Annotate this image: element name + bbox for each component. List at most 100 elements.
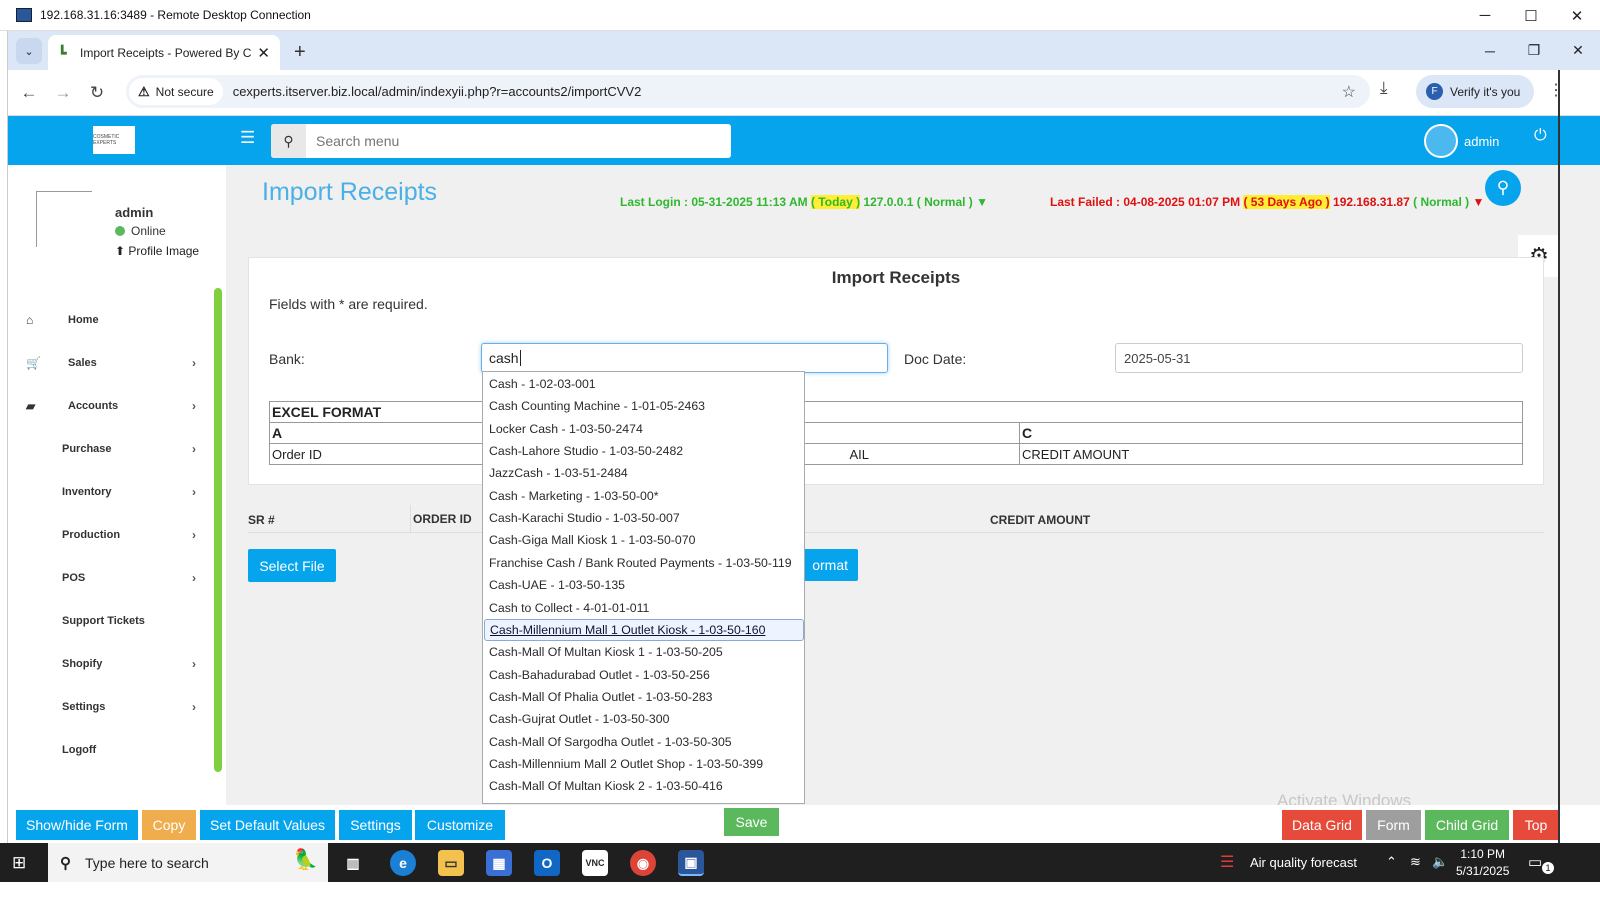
sidebar-item-shopify[interactable]: Shopify ›: [8, 651, 208, 677]
rdp-minimize-button[interactable]: ─: [1462, 0, 1508, 31]
show-hide-form-button[interactable]: Show/hide Form: [16, 810, 138, 840]
copy-button[interactable]: Copy: [142, 810, 196, 840]
data-grid-button[interactable]: Data Grid: [1282, 810, 1362, 840]
dropdown-option[interactable]: Cash - Marketing - 1-03-50-00*: [484, 485, 804, 507]
settings-button[interactable]: Settings: [339, 810, 412, 840]
browser-minimize-button[interactable]: ─: [1468, 31, 1512, 70]
chevron-right-icon: ›: [192, 657, 196, 671]
dropdown-option[interactable]: JazzCash - 1-03-51-2484: [484, 462, 804, 484]
remote-desktop-icon[interactable]: ▣: [678, 850, 704, 876]
child-grid-button[interactable]: Child Grid: [1425, 810, 1509, 840]
dropdown-option[interactable]: Cash-Giga Mall Kiosk 1 - 1-03-50-070: [484, 529, 804, 551]
import-form-card: Import Receipts Fields with * are requir…: [248, 257, 1544, 485]
browser-menu-icon[interactable]: ⋮: [1548, 80, 1564, 100]
taskbar-clock[interactable]: 1:10 PM 5/31/2025: [1456, 846, 1509, 880]
sidebar-item-home[interactable]: ⌂ Home: [8, 307, 208, 333]
dropdown-option[interactable]: Cash-Gujrat Outlet - 1-03-50-300: [484, 708, 804, 730]
dropdown-option[interactable]: Cash-Mall Of Multan Kiosk 1 - 1-03-50-20…: [484, 641, 804, 663]
search-icon[interactable]: ⚲: [271, 124, 306, 158]
sidebar-item-pos[interactable]: POS ›: [8, 565, 208, 591]
tab-search-chevron-icon[interactable]: ⌄: [16, 38, 42, 64]
outlook-icon[interactable]: O: [534, 850, 560, 876]
edge-icon[interactable]: e: [390, 850, 416, 876]
dropdown-option[interactable]: Franchise Cash / Bank Routed Payments - …: [484, 552, 804, 574]
dropdown-option[interactable]: Cash-Mall Of Multan Kiosk 2 - 1-03-50-41…: [484, 775, 804, 797]
doc-date-input[interactable]: 2025-05-31: [1115, 343, 1523, 373]
sidebar-item-settings[interactable]: Settings ›: [8, 694, 208, 720]
download-icon[interactable]: ⤓: [1380, 78, 1388, 98]
taskbar-search[interactable]: ⚲ Type here to search 🦜: [48, 843, 328, 882]
volume-icon[interactable]: 🔈: [1432, 854, 1448, 870]
back-arrow-icon[interactable]: ←: [12, 76, 46, 110]
app-header: COSMETIC EXPERTS ☰ ⚲ admin ⏻: [8, 116, 1600, 165]
save-button[interactable]: Save: [724, 808, 779, 836]
forward-arrow-icon[interactable]: →: [46, 76, 80, 110]
notification-icon[interactable]: ▭: [1528, 853, 1542, 871]
chrome-icon[interactable]: ◉: [630, 850, 656, 876]
dropdown-option[interactable]: Cash-Karachi Studio - 1-03-50-007: [484, 507, 804, 529]
doc-date-label: Doc Date:: [904, 351, 967, 367]
reload-icon[interactable]: ↻: [80, 76, 114, 110]
dropdown-option[interactable]: Cash-Lahore Studio - 1-03-50-2482: [484, 440, 804, 462]
tray-chevron-icon[interactable]: ⌃: [1386, 854, 1397, 870]
address-bar[interactable]: ⚠ Not secure cexperts.itserver.biz.local/…: [126, 75, 1370, 108]
bank-autocomplete-input[interactable]: cash: [481, 343, 888, 373]
dropdown-option[interactable]: Cash to Collect - 4-01-01-011: [484, 597, 804, 619]
customize-button[interactable]: Customize: [415, 810, 505, 840]
dropdown-option[interactable]: Cash-UAE - 1-03-50-135: [484, 574, 804, 596]
dropdown-option[interactable]: Cash-Mall Of Phalia Outlet - 1-03-50-283: [484, 686, 804, 708]
rdp-maximize-button[interactable]: ☐: [1508, 0, 1554, 31]
sidebar-item-accounts[interactable]: ▰ Accounts ›: [8, 393, 208, 419]
sidebar-item-label: POS: [62, 572, 86, 584]
dropdown-option[interactable]: Cash-Millennium Mall 1 Outlet Kiosk - 1-…: [484, 618, 804, 641]
dropdown-option[interactable]: Cash Counting Machine - 1-01-05-2463: [484, 395, 804, 417]
top-button[interactable]: Top: [1513, 810, 1559, 840]
select-file-button[interactable]: Select File: [248, 549, 336, 582]
task-view-icon[interactable]: ▥: [340, 850, 366, 876]
hamburger-menu-icon[interactable]: ☰: [240, 128, 255, 148]
url-text[interactable]: cexperts.itserver.biz.local/admin/indexy…: [233, 84, 642, 99]
tab-close-icon[interactable]: ✕: [257, 44, 270, 62]
not-secure-chip[interactable]: ⚠ Not secure: [129, 78, 223, 105]
dropdown-option[interactable]: Cash-Millennium Mall 2 Outlet Shop - 1-0…: [484, 753, 804, 775]
new-tab-button[interactable]: +: [294, 41, 306, 64]
header-user-menu[interactable]: admin: [1424, 124, 1499, 158]
power-icon[interactable]: ⏻: [1534, 127, 1547, 145]
search-fab-icon[interactable]: ⚲: [1485, 170, 1521, 206]
sidebar-item-inventory[interactable]: Inventory ›: [8, 479, 208, 505]
dropdown-option[interactable]: Cash-Mall Of Sargodha Outlet - 1-03-50-3…: [484, 731, 804, 753]
last-login-info: Last Login : 05-31-2025 11:13 AM ( Today…: [620, 195, 989, 209]
days-ago-badge: ( 53 Days Ago ): [1243, 195, 1330, 209]
company-logo[interactable]: COSMETIC EXPERTS: [93, 126, 135, 154]
air-quality-icon[interactable]: ☰: [1220, 852, 1234, 872]
site-favicon-icon: ┗: [58, 44, 67, 61]
vnc-icon[interactable]: VNC: [582, 850, 608, 876]
sidebar-item-logoff[interactable]: Logoff: [8, 737, 208, 763]
dropdown-option[interactable]: Cash-Bahadurabad Outlet - 1-03-50-256: [484, 664, 804, 686]
sidebar-item-purchase[interactable]: Purchase ›: [8, 436, 208, 462]
sidebar-scrollbar[interactable]: [214, 288, 222, 772]
form-button[interactable]: Form: [1366, 810, 1421, 840]
air-quality-text[interactable]: Air quality forecast: [1250, 855, 1357, 870]
rdp-title-bar: 192.168.31.16:3489 - Remote Desktop Conn…: [0, 0, 1600, 31]
profile-image-link[interactable]: ⬆ Profile Image: [115, 244, 199, 258]
upload-icon: ⬆: [115, 244, 126, 258]
file-explorer-icon[interactable]: ▭: [438, 850, 464, 876]
sidebar-item-support-tickets[interactable]: Support Tickets: [8, 608, 208, 634]
dropdown-option[interactable]: Cash - 1-02-03-001: [484, 373, 804, 395]
browser-close-button[interactable]: ✕: [1556, 31, 1600, 70]
bookmark-star-icon[interactable]: ☆: [1342, 82, 1356, 102]
sidebar-item-sales[interactable]: 🛒 Sales ›: [8, 350, 208, 376]
rdp-close-button[interactable]: ✕: [1554, 0, 1600, 31]
sidebar-item-production[interactable]: Production ›: [8, 522, 208, 548]
search-menu-input[interactable]: [306, 124, 731, 158]
verify-identity-button[interactable]: F Verify it's you: [1416, 75, 1534, 108]
windows-start-icon[interactable]: ⊞: [12, 853, 26, 873]
browser-tab-import-receipts[interactable]: ┗ Import Receipts - Powered By C ✕: [48, 35, 280, 70]
dropdown-option[interactable]: Locker Cash - 1-03-50-2474: [484, 418, 804, 440]
store-icon[interactable]: ▦: [486, 850, 512, 876]
wifi-icon[interactable]: ≋: [1410, 854, 1421, 870]
download-format-button[interactable]: ormat: [800, 549, 858, 581]
set-default-values-button[interactable]: Set Default Values: [200, 810, 335, 840]
browser-restore-button[interactable]: ❐: [1512, 31, 1556, 70]
